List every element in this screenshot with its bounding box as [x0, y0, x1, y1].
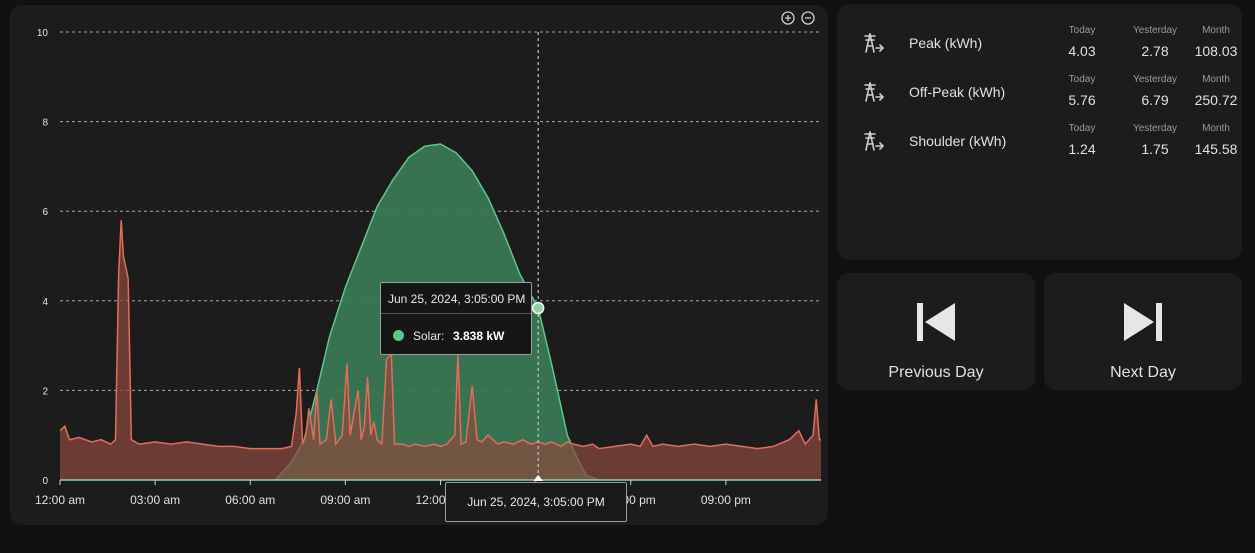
- next-day-button[interactable]: Next Day: [1044, 273, 1242, 390]
- tariff-name: Peak (kWh): [909, 35, 983, 51]
- tooltip-title: Jun 25, 2024, 3:05:00 PM: [388, 292, 526, 306]
- previous-day-button[interactable]: Previous Day: [837, 273, 1035, 390]
- today-value: 1.24: [1068, 141, 1096, 157]
- y-tick-label: 8: [42, 118, 48, 129]
- y-tick-label: 2: [42, 386, 48, 397]
- tariff-row-off-peak: Off-Peak (kWh) Today 5.76 Yesterday 6.79 M…: [837, 74, 1242, 120]
- skip-previous-icon: [917, 303, 955, 341]
- x-tick-label: 06:00 am: [225, 493, 275, 507]
- today-label: Today: [1068, 123, 1096, 134]
- next-day-label: Next Day: [1110, 364, 1176, 381]
- x-tick-label: 09:00 pm: [701, 493, 751, 507]
- yesterday-label: Yesterday: [1132, 123, 1178, 134]
- energy-chart[interactable]: 024681012:00 am 03:00 am 06:00 am 09:00 am 1…: [10, 5, 828, 525]
- today-label: Today: [1068, 25, 1096, 36]
- tariff-row-peak: Peak (kWh) Today 4.03 Yesterday 2.78 Month…: [837, 25, 1242, 71]
- yesterday-label: Yesterday: [1132, 25, 1178, 36]
- today-value: 4.03: [1068, 43, 1096, 59]
- today-label: Today: [1068, 74, 1096, 85]
- month-value: 108.03: [1194, 43, 1238, 59]
- transmission-tower-export-icon: [864, 131, 885, 151]
- energy-chart-card: 0 2 4 6 8 10 12:00 am 03:00 am 06:00 am 09:00 am 1…: [10, 5, 828, 525]
- month-label: Month: [1202, 74, 1230, 85]
- transmission-tower-export-icon: [864, 82, 885, 102]
- tariff-row-shoulder: Shoulder (kWh) Today 1.24 Yesterday 1.75 M…: [837, 123, 1242, 169]
- today-value: 5.76: [1068, 92, 1096, 108]
- previous-day-label: Previous Day: [888, 364, 984, 381]
- x-tick-label: 12:00 am: [35, 493, 85, 507]
- y-tick-label: 6: [42, 207, 48, 218]
- x-tick-label: 03:00 am: [130, 493, 180, 507]
- month-value: 250.72: [1194, 92, 1238, 108]
- month-value: 145.58: [1194, 141, 1238, 157]
- tooltip-series-dot: [393, 330, 404, 341]
- tooltip-divider: [381, 313, 531, 314]
- skip-next-icon: [1124, 303, 1162, 341]
- hover-marker: [531, 301, 545, 315]
- zoom-out-icon[interactable]: [801, 11, 815, 25]
- tooltip-series-label: Solar:: [413, 329, 445, 343]
- y-tick-label: 10: [37, 28, 49, 39]
- chart-tooltip: Jun 25, 2024, 3:05:00 PM Solar: 3.838 kW: [380, 282, 532, 355]
- x-axis-cursor-label: Jun 25, 2024, 3:05:00 PM: [445, 482, 627, 522]
- transmission-tower-export-icon: [864, 33, 885, 53]
- energy-tariff-card: Peak (kWh) Today 4.03 Yesterday 2.78 Month…: [837, 4, 1242, 260]
- month-label: Month: [1202, 25, 1230, 36]
- yesterday-value: 6.79: [1141, 92, 1169, 108]
- y-tick-label: 4: [42, 297, 48, 308]
- month-label: Month: [1202, 123, 1230, 134]
- zoom-in-icon[interactable]: [781, 11, 795, 25]
- yesterday-label: Yesterday: [1132, 74, 1178, 85]
- yesterday-value: 2.78: [1141, 43, 1169, 59]
- tariff-name: Off-Peak (kWh): [909, 84, 1006, 100]
- x-tick-label: 09:00 am: [320, 493, 370, 507]
- tariff-name: Shoulder (kWh): [909, 133, 1007, 149]
- yesterday-value: 1.75: [1141, 141, 1169, 157]
- tooltip-series-value: 3.838 kW: [453, 329, 505, 343]
- y-tick-label: 0: [42, 476, 48, 487]
